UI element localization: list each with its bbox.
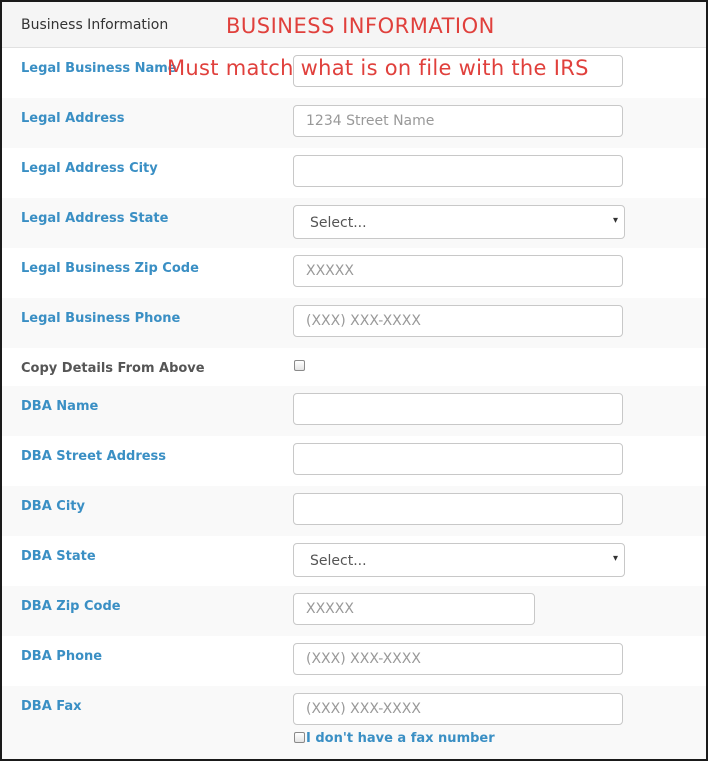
dba-city-label: DBA City [21, 499, 85, 514]
dba-name-label: DBA Name [21, 399, 99, 414]
panel-title: Business Information [21, 17, 169, 33]
no-fax-checkbox[interactable] [294, 732, 305, 743]
dba-state-selected: Select... [310, 553, 367, 569]
dba-zip-label: DBA Zip Code [21, 599, 121, 614]
row-legal-address-state: Legal Address State Select... ▾ [2, 198, 706, 248]
legal-address-city-label: Legal Address City [21, 161, 158, 176]
dba-street-input[interactable] [293, 443, 623, 475]
legal-address-input[interactable] [293, 105, 623, 137]
dba-phone-label: DBA Phone [21, 649, 103, 664]
dba-fax-input[interactable] [293, 693, 623, 725]
dba-fax-label: DBA Fax [21, 699, 82, 714]
legal-phone-input[interactable] [293, 305, 623, 337]
row-dba-zip: DBA Zip Code [2, 586, 706, 636]
row-legal-phone: Legal Business Phone [2, 298, 706, 348]
legal-address-city-input[interactable] [293, 155, 623, 187]
legal-business-name-label: Legal Business Name [21, 61, 177, 76]
row-legal-zip: Legal Business Zip Code [2, 248, 706, 298]
row-dba-state: DBA State Select... ▾ [2, 536, 706, 586]
business-information-panel: Business Information BUSINESS INFORMATIO… [0, 0, 708, 761]
legal-address-state-select[interactable]: Select... ▾ [293, 205, 625, 239]
legal-business-name-input[interactable] [293, 55, 623, 87]
row-dba-phone: DBA Phone [2, 636, 706, 686]
copy-details-checkbox[interactable] [294, 360, 305, 371]
dba-state-label: DBA State [21, 549, 96, 564]
row-dba-fax: DBA Fax [2, 686, 706, 759]
legal-address-state-label: Legal Address State [21, 211, 169, 226]
row-copy-details: Copy Details From Above [2, 348, 706, 386]
dba-phone-input[interactable] [293, 643, 623, 675]
legal-zip-input[interactable] [293, 255, 623, 287]
dba-zip-input[interactable] [293, 593, 535, 625]
dba-city-input[interactable] [293, 493, 623, 525]
legal-address-label: Legal Address [21, 111, 125, 126]
chevron-down-icon: ▾ [612, 215, 618, 226]
row-legal-address-city: Legal Address City [2, 148, 706, 198]
chevron-down-icon: ▾ [612, 553, 618, 564]
dba-name-input[interactable] [293, 393, 623, 425]
no-fax-label[interactable]: I don't have a fax number [306, 731, 495, 746]
row-legal-address: Legal Address [2, 98, 706, 148]
dba-state-select[interactable]: Select... ▾ [293, 543, 625, 577]
panel-header: Business Information BUSINESS INFORMATIO… [2, 2, 706, 48]
row-dba-street: DBA Street Address [2, 436, 706, 486]
row-dba-name: DBA Name [2, 386, 706, 436]
legal-phone-label: Legal Business Phone [21, 311, 181, 326]
legal-address-state-selected: Select... [310, 215, 367, 231]
legal-zip-label: Legal Business Zip Code [21, 261, 199, 276]
header-annotation: BUSINESS INFORMATION [226, 14, 495, 38]
row-dba-city: DBA City [2, 486, 706, 536]
row-legal-business-name: Legal Business Name [2, 48, 706, 98]
dba-street-label: DBA Street Address [21, 449, 167, 464]
copy-details-label: Copy Details From Above [21, 361, 205, 376]
